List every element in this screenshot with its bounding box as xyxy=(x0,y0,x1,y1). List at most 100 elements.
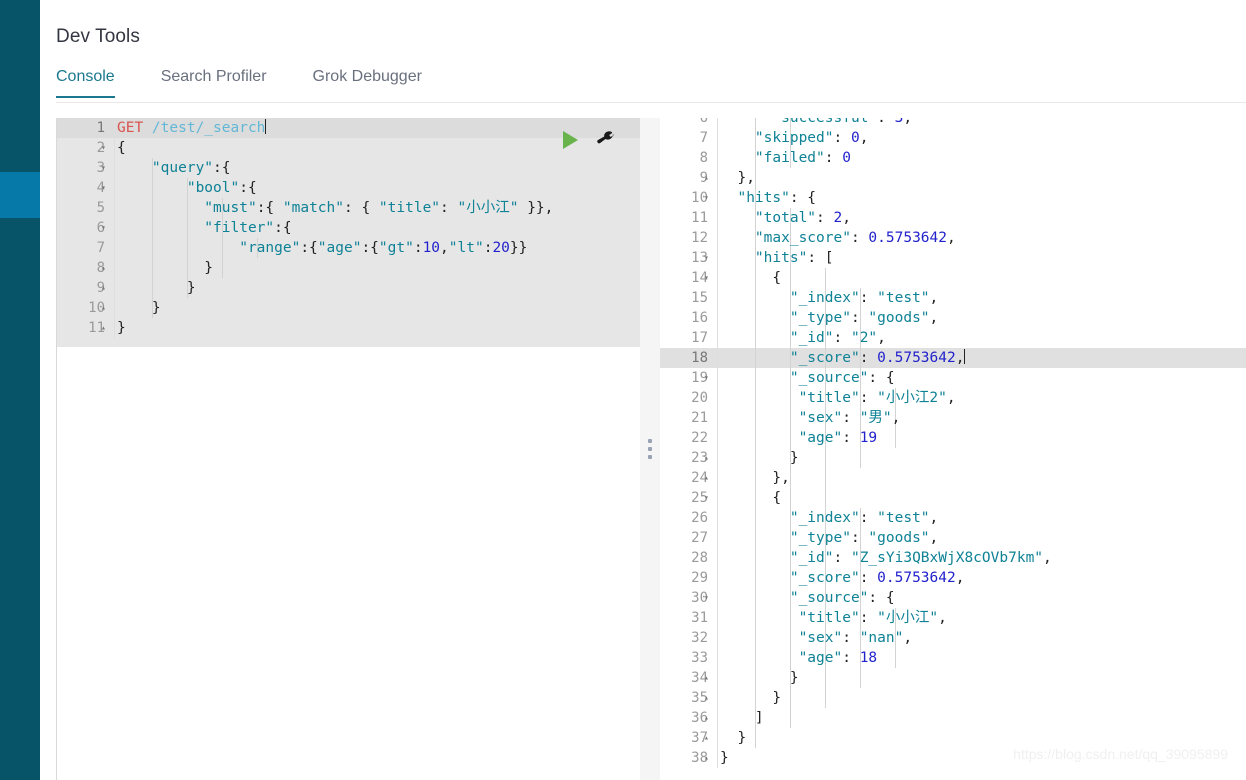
code-token: : xyxy=(413,240,423,256)
code-line[interactable]: 37 ▴ } xyxy=(660,728,1246,748)
code-line[interactable]: 22 "age": 19 xyxy=(660,428,1246,448)
play-icon[interactable] xyxy=(563,131,578,149)
code-token: }} xyxy=(509,240,528,256)
tab-grok-debugger[interactable]: Grok Debugger xyxy=(313,68,422,98)
fold-close-icon[interactable]: ▴ xyxy=(704,728,716,748)
code-line[interactable]: 19 ▾ "_source": { xyxy=(660,368,1246,388)
code-line[interactable]: 10 ▴ } xyxy=(57,298,640,318)
code-line[interactable]: 5 "must":{ "match": { "title": "小小江" }}, xyxy=(57,198,640,218)
code-line[interactable]: 15 "_index": "test", xyxy=(660,288,1246,308)
watermark: https://blog.csdn.net/qq_39095899 xyxy=(1013,746,1228,762)
fold-open-icon[interactable]: ▾ xyxy=(704,268,716,288)
code-line[interactable]: 8 ▴ } xyxy=(57,258,640,278)
gutter-divider xyxy=(717,468,718,488)
fold-close-icon[interactable]: ▴ xyxy=(101,278,113,298)
code-token: : xyxy=(842,650,860,666)
gutter-divider xyxy=(717,508,718,528)
fold-open-icon[interactable]: ▾ xyxy=(101,158,113,178)
code-line[interactable]: 18 "_score": 0.5753642, xyxy=(660,348,1246,368)
code-line[interactable]: 4 ▾ "bool":{ xyxy=(57,178,640,198)
wrench-icon[interactable] xyxy=(596,130,616,150)
fold-close-icon[interactable]: ▴ xyxy=(101,318,113,338)
code-line[interactable]: 34 ▴ } xyxy=(660,668,1246,688)
tab-console[interactable]: Console xyxy=(56,68,115,98)
global-nav-rail xyxy=(0,0,40,780)
code-line[interactable]: 13 ▾ "hits": [ xyxy=(660,248,1246,268)
fold-close-icon[interactable]: ▴ xyxy=(704,668,716,688)
code-line[interactable]: 28 "_id": "Z_sYi3QBxWjX8cOVb7km", xyxy=(660,548,1246,568)
fold-close-icon[interactable]: ▴ xyxy=(101,258,113,278)
code-token: : xyxy=(440,200,458,216)
request-editor-lines[interactable]: 1 GET /test/_search 2 ▾{3 ▾ "query":{4 ▾ "boo… xyxy=(57,118,640,338)
fold-close-icon[interactable]: ▴ xyxy=(101,298,113,318)
gutter-divider xyxy=(114,138,115,158)
fold-close-icon[interactable]: ▴ xyxy=(704,448,716,468)
code-line[interactable]: 14 ▾ { xyxy=(660,268,1246,288)
code-line[interactable]: 36 ▴ ] xyxy=(660,708,1246,728)
code-token: : xyxy=(859,390,878,406)
code-line[interactable]: 3 ▾ "query":{ xyxy=(57,158,640,178)
fold-open-icon[interactable]: ▾ xyxy=(101,218,113,238)
dev-tools-window: Dev Tools Console Search Profiler Grok Deb… xyxy=(0,0,1246,780)
response-viewer-pane[interactable]: 6 "successful": 3, 7 "skipped": 0, 8 "fail… xyxy=(660,118,1246,780)
code-line[interactable]: 25 ▾ { xyxy=(660,488,1246,508)
gutter-divider xyxy=(114,178,115,198)
code-line[interactable]: 7 "skipped": 0, xyxy=(660,128,1246,148)
fold-close-icon[interactable]: ▴ xyxy=(704,688,716,708)
code-line[interactable]: 8 "failed": 0 xyxy=(660,148,1246,168)
code-line[interactable]: 6 ▾ "filter":{ xyxy=(57,218,640,238)
fold-open-icon[interactable]: ▾ xyxy=(101,138,113,158)
code-token: , xyxy=(440,240,449,256)
code-line[interactable]: 1 GET /test/_search xyxy=(57,118,640,138)
code-line[interactable]: 26 "_index": "test", xyxy=(660,508,1246,528)
fold-open-icon[interactable]: ▾ xyxy=(704,588,716,608)
code-line[interactable]: 17 "_id": "2", xyxy=(660,328,1246,348)
code-line[interactable]: 30 ▾ "_source": { xyxy=(660,588,1246,608)
nav-rail-active-item[interactable] xyxy=(0,172,40,218)
code-line[interactable]: 32 "sex": "nan", xyxy=(660,628,1246,648)
fold-close-icon[interactable]: ▴ xyxy=(704,708,716,728)
code-line[interactable]: 21 "sex": "男", xyxy=(660,408,1246,428)
code-line[interactable]: 20 "title": "小小江2", xyxy=(660,388,1246,408)
tab-bar: Console Search Profiler Grok Debugger xyxy=(56,68,468,104)
code-text: "range":{"age":{"gt":10,"lt":20}} xyxy=(117,238,527,258)
gutter-divider xyxy=(717,568,718,588)
code-line[interactable]: 10 ▾ "hits": { xyxy=(660,188,1246,208)
code-line[interactable]: 31 "title": "小小江", xyxy=(660,608,1246,628)
code-line[interactable]: 12 "max_score": 0.5753642, xyxy=(660,228,1246,248)
code-token: "goods" xyxy=(868,530,930,546)
code-token: : xyxy=(833,330,851,346)
code-line[interactable]: 27 "_type": "goods", xyxy=(660,528,1246,548)
code-line[interactable]: 6 "successful": 3, xyxy=(660,118,1246,128)
code-line[interactable]: 11 "total": 2, xyxy=(660,208,1246,228)
fold-close-icon[interactable]: ▴ xyxy=(704,748,716,768)
code-text: "age": 19 xyxy=(720,428,878,448)
code-line[interactable]: 23 ▴ } xyxy=(660,448,1246,468)
code-token: 0 xyxy=(850,130,860,146)
fold-close-icon[interactable]: ▴ xyxy=(704,168,716,188)
gutter-divider xyxy=(717,208,718,228)
pane-resize-handle[interactable] xyxy=(640,118,660,780)
tab-search-profiler[interactable]: Search Profiler xyxy=(161,68,267,98)
code-line[interactable]: 11 ▴} xyxy=(57,318,640,338)
fold-close-icon[interactable]: ▴ xyxy=(704,468,716,488)
fold-open-icon[interactable]: ▾ xyxy=(704,248,716,268)
fold-open-icon[interactable]: ▾ xyxy=(704,188,716,208)
fold-open-icon[interactable]: ▾ xyxy=(704,488,716,508)
code-line[interactable]: 9 ▴ }, xyxy=(660,168,1246,188)
request-editor-pane[interactable]: 1 GET /test/_search 2 ▾{3 ▾ "query":{4 ▾ "boo… xyxy=(56,118,640,780)
code-line[interactable]: 7 "range":{"age":{"gt":10,"lt":20}} xyxy=(57,238,640,258)
code-line[interactable]: 29 "_score": 0.5753642, xyxy=(660,568,1246,588)
code-line[interactable]: 33 "age": 18 xyxy=(660,648,1246,668)
response-viewer-lines[interactable]: 6 "successful": 3, 7 "skipped": 0, 8 "fail… xyxy=(660,118,1246,768)
code-token: : { xyxy=(344,200,379,216)
fold-open-icon[interactable]: ▾ xyxy=(704,368,716,388)
code-line[interactable]: 24 ▴ }, xyxy=(660,468,1246,488)
fold-open-icon[interactable]: ▾ xyxy=(101,178,113,198)
code-line[interactable]: 2 ▾{ xyxy=(57,138,640,158)
gutter-divider xyxy=(114,238,115,258)
code-line[interactable]: 9 ▴ } xyxy=(57,278,640,298)
gutter-divider xyxy=(717,728,718,748)
code-line[interactable]: 16 "_type": "goods", xyxy=(660,308,1246,328)
code-line[interactable]: 35 ▴ } xyxy=(660,688,1246,708)
